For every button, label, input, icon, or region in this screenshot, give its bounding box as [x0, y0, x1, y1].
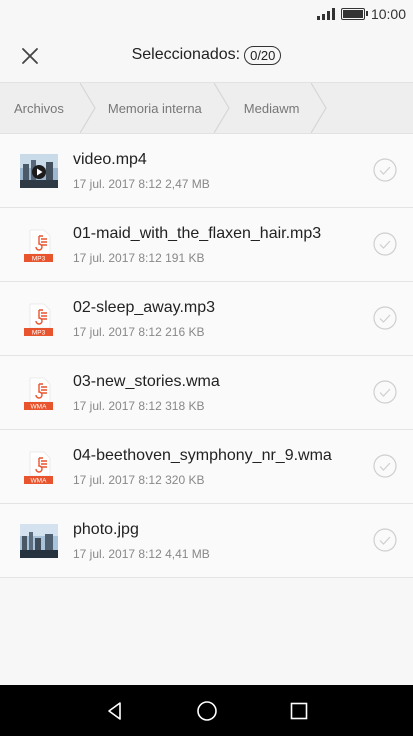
- signal-icon: [316, 8, 335, 20]
- select-checkbox[interactable]: [373, 306, 397, 330]
- list-item[interactable]: MP3 01-maid_with_the_flaxen_hair.mp3 17 …: [0, 208, 413, 282]
- back-button[interactable]: [97, 693, 133, 729]
- file-name: 03-new_stories.wma: [73, 373, 220, 390]
- svg-text:WMA: WMA: [31, 477, 48, 484]
- breadcrumb: Archivos Memoria interna Mediawm: [0, 82, 413, 134]
- file-name: video.mp4: [73, 151, 147, 168]
- audio-file-icon: MP3: [24, 303, 53, 336]
- back-triangle-icon: [107, 701, 121, 720]
- file-meta: 17 jul. 2017 8:12 4,41 MB: [73, 547, 210, 561]
- selection-header: Seleccionados: 0/20: [0, 28, 413, 82]
- file-list: video.mp4 17 jul. 2017 8:12 2,47 MB MP3 …: [0, 134, 413, 578]
- selection-count-badge: 0/20: [244, 45, 282, 65]
- breadcrumb-separator-icon: [213, 83, 230, 133]
- select-checkbox[interactable]: [373, 528, 397, 552]
- file-name: 04-beethoven_symphony_nr_9.wma: [73, 447, 332, 464]
- file-meta: 17 jul. 2017 8:12 216 KB: [73, 325, 205, 339]
- select-checkbox[interactable]: [373, 158, 397, 182]
- svg-text:WMA: WMA: [31, 403, 48, 410]
- recents-button[interactable]: [281, 693, 317, 729]
- file-name: 02-sleep_away.mp3: [73, 299, 216, 316]
- image-thumbnail: [20, 524, 58, 558]
- list-item[interactable]: WMA 03-new_stories.wma 17 jul. 2017 8:12…: [0, 356, 413, 430]
- list-item[interactable]: video.mp4 17 jul. 2017 8:12 2,47 MB: [0, 134, 413, 208]
- video-thumbnail: [20, 154, 58, 188]
- file-meta: 17 jul. 2017 8:12 318 KB: [73, 399, 205, 413]
- breadcrumb-separator-icon: [79, 83, 96, 133]
- title-label: Seleccionados:: [131, 46, 241, 63]
- file-meta: 17 jul. 2017 8:12 191 KB: [73, 251, 205, 265]
- status-time: 10:00: [370, 6, 406, 22]
- close-icon: [22, 48, 38, 64]
- select-checkbox[interactable]: [373, 380, 397, 404]
- list-item[interactable]: photo.jpg 17 jul. 2017 8:12 4,41 MB: [0, 504, 413, 578]
- breadcrumb-item-mediawm[interactable]: Mediawm: [234, 83, 312, 133]
- audio-file-icon: WMA: [24, 451, 53, 484]
- recents-square-icon: [290, 702, 307, 719]
- list-item[interactable]: WMA 04-beethoven_symphony_nr_9.wma 17 ju…: [0, 430, 413, 504]
- close-button[interactable]: [14, 40, 46, 72]
- select-checkbox[interactable]: [373, 232, 397, 256]
- breadcrumb-item-archivos[interactable]: Archivos: [0, 83, 80, 133]
- file-meta: 17 jul. 2017 8:12 2,47 MB: [73, 177, 210, 191]
- battery-icon: [340, 8, 368, 20]
- audio-file-icon: WMA: [24, 377, 53, 410]
- home-circle-icon: [196, 700, 217, 721]
- svg-text:MP3: MP3: [32, 329, 46, 336]
- navigation-bar: [0, 685, 413, 736]
- svg-text:MP3: MP3: [32, 255, 46, 262]
- select-checkbox[interactable]: [373, 454, 397, 478]
- file-name: photo.jpg: [73, 521, 139, 538]
- home-button[interactable]: [189, 693, 225, 729]
- file-meta: 17 jul. 2017 8:12 320 KB: [73, 473, 205, 487]
- list-item[interactable]: MP3 02-sleep_away.mp3 17 jul. 2017 8:12 …: [0, 282, 413, 356]
- audio-file-icon: MP3: [24, 229, 53, 262]
- breadcrumb-item-memoria-interna[interactable]: Memoria interna: [100, 83, 214, 133]
- page-title: Seleccionados: 0/20: [131, 45, 282, 65]
- status-bar: 10:00: [0, 0, 413, 28]
- file-name: 01-maid_with_the_flaxen_hair.mp3: [73, 225, 322, 242]
- breadcrumb-separator-icon: [311, 83, 328, 133]
